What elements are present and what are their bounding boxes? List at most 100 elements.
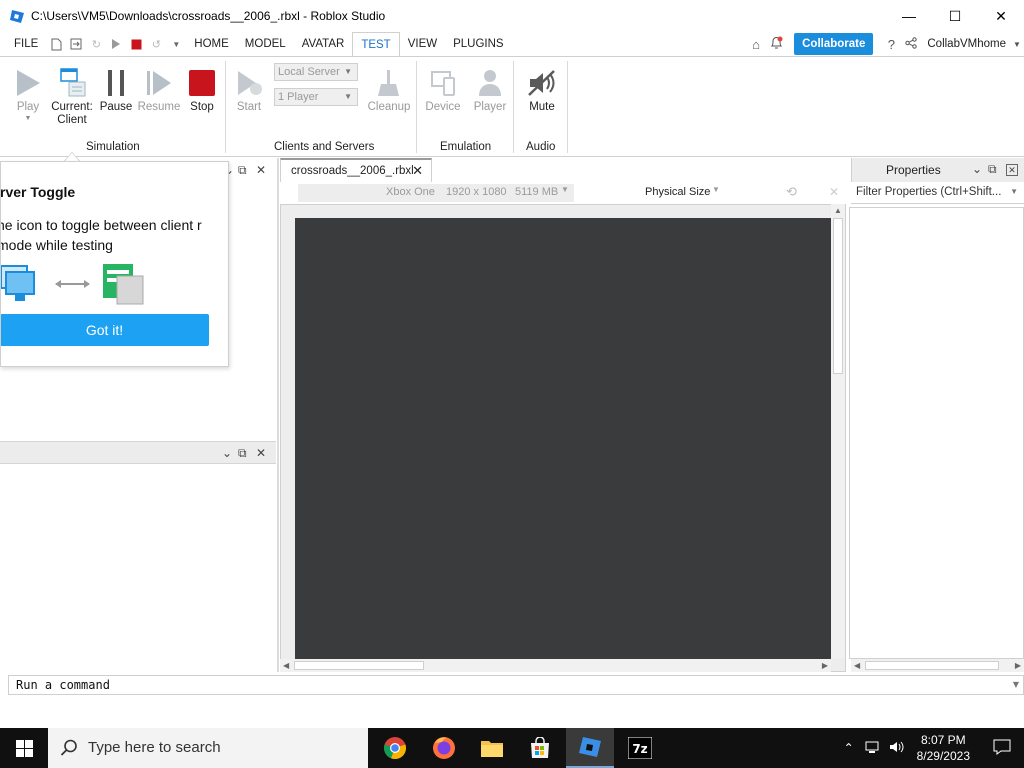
- device-chevron-icon[interactable]: ▼: [561, 185, 569, 194]
- file-explorer-app[interactable]: [468, 728, 516, 768]
- device-button[interactable]: Device: [420, 65, 466, 113]
- maximize-button[interactable]: ☐: [932, 0, 978, 32]
- tab-model[interactable]: MODEL: [237, 32, 294, 56]
- new-file-icon[interactable]: [46, 32, 66, 56]
- panel-float-icon[interactable]: ⧉: [988, 162, 997, 177]
- command-bar-input[interactable]: Run a command ▼: [8, 675, 1024, 695]
- viewport-vertical-scrollbar[interactable]: ▲: [831, 204, 845, 659]
- tab-view[interactable]: VIEW: [400, 32, 445, 56]
- tab-avatar[interactable]: AVATAR: [294, 32, 353, 56]
- scroll-up-icon[interactable]: ▲: [834, 206, 842, 215]
- notification-bell-icon[interactable]: [766, 36, 786, 53]
- player-avatar-icon: [479, 70, 501, 96]
- panel-close-icon[interactable]: ✕: [256, 163, 266, 177]
- store-bag-icon: [531, 737, 549, 758]
- title-bar: C:\Users\VM5\Downloads\crossroads__2006_…: [0, 0, 1024, 32]
- chrome-app[interactable]: [371, 728, 419, 768]
- properties-filter-placeholder: Filter Properties (Ctrl+Shift...: [856, 186, 1002, 198]
- players-select[interactable]: 1 Player ▼: [274, 88, 358, 106]
- scroll-thumb[interactable]: [865, 661, 999, 670]
- play-icon: [17, 70, 40, 96]
- size-mode-chevron-icon[interactable]: ▼: [712, 185, 720, 194]
- clock-time: 8:07 PM: [920, 733, 966, 747]
- windows-taskbar: Type here to search 7z ⌃ 8:07 PM 8/29/20…: [0, 728, 1024, 768]
- roblox-studio-taskbar-icon: [579, 737, 601, 757]
- cleanup-button[interactable]: Cleanup: [366, 65, 412, 113]
- file-menu[interactable]: FILE: [6, 32, 46, 56]
- rotate-icon[interactable]: ⟲: [786, 184, 797, 200]
- player-button[interactable]: Player: [467, 65, 513, 113]
- scroll-right-icon[interactable]: ▶: [1015, 661, 1021, 670]
- share-icon[interactable]: [901, 36, 921, 52]
- window-title: C:\Users\VM5\Downloads\crossroads__2006_…: [31, 9, 386, 23]
- client-server-toggle-icon: [60, 68, 86, 97]
- notifications-icon[interactable]: [980, 739, 1024, 758]
- resume-button[interactable]: Resume: [135, 65, 183, 113]
- properties-horizontal-scrollbar[interactable]: ◀ ▶: [851, 659, 1024, 672]
- mute-button[interactable]: Mute: [519, 65, 565, 113]
- publish-icon[interactable]: [66, 32, 86, 56]
- document-tab[interactable]: crossroads__2006_.rbxl ✕: [280, 158, 432, 182]
- firefox-app[interactable]: [420, 728, 468, 768]
- ribbon-separator: [567, 61, 568, 153]
- got-it-button[interactable]: Got it!: [1, 314, 209, 346]
- server-select[interactable]: Local Server ▼: [274, 63, 358, 81]
- pause-button[interactable]: Pause: [93, 65, 139, 113]
- panel-float-icon[interactable]: ⧉: [238, 163, 247, 178]
- properties-filter-input[interactable]: Filter Properties (Ctrl+Shift... ▼: [851, 182, 1024, 204]
- game-viewport[interactable]: [295, 218, 831, 659]
- document-tab-close-icon[interactable]: ✕: [412, 160, 423, 182]
- taskbar-clock[interactable]: 8:07 PM 8/29/2023: [917, 732, 970, 764]
- scroll-thumb[interactable]: [833, 218, 843, 374]
- tray-overflow-icon[interactable]: ⌃: [837, 741, 861, 755]
- panel-close-icon[interactable]: ✕: [256, 446, 266, 460]
- home-icon[interactable]: ⌂: [746, 37, 766, 52]
- panel-dropdown-icon[interactable]: ⌄: [222, 446, 232, 460]
- scroll-right-icon[interactable]: ▶: [822, 661, 828, 670]
- play-dropdown-icon[interactable]: ▼: [5, 115, 51, 122]
- 7zip-app[interactable]: 7z: [616, 728, 664, 768]
- play-button[interactable]: Play ▼: [5, 65, 51, 122]
- user-chevron-icon[interactable]: ▼: [1010, 40, 1024, 49]
- redo-icon: ↻: [91, 38, 101, 51]
- network-icon[interactable]: [861, 740, 885, 757]
- collaborate-button[interactable]: Collaborate: [794, 33, 874, 55]
- start-button[interactable]: Start: [226, 65, 272, 113]
- minimize-button[interactable]: —: [886, 0, 932, 32]
- stop-button[interactable]: Stop: [179, 65, 225, 113]
- chrome-icon: [384, 737, 406, 760]
- start-button[interactable]: [0, 728, 48, 768]
- stop-small-icon[interactable]: [126, 32, 146, 56]
- clock-date: 8/29/2023: [916, 749, 970, 763]
- tab-plugins[interactable]: PLUGINS: [445, 32, 512, 56]
- tab-home[interactable]: HOME: [186, 32, 237, 56]
- user-name[interactable]: CollabVMhome: [927, 38, 1006, 50]
- panel-float-icon[interactable]: ⧉: [238, 446, 247, 461]
- scroll-left-icon[interactable]: ◀: [854, 661, 860, 670]
- emulation-close-icon[interactable]: ✕: [829, 185, 839, 199]
- viewport-horizontal-scrollbar[interactable]: ◀ ▶: [280, 659, 831, 672]
- quick-access-chevron-icon[interactable]: ▼: [166, 32, 186, 56]
- size-mode[interactable]: Physical Size: [645, 186, 710, 198]
- tab-test[interactable]: TEST: [352, 31, 400, 57]
- volume-icon[interactable]: [885, 740, 909, 757]
- help-icon[interactable]: ?: [881, 37, 901, 52]
- microsoft-store-app[interactable]: [516, 728, 564, 768]
- filter-chevron-icon[interactable]: ▼: [1010, 182, 1018, 202]
- scroll-thumb[interactable]: [294, 661, 424, 670]
- taskbar-search-box[interactable]: Type here to search: [48, 728, 368, 768]
- players-select-value: 1 Player: [278, 91, 319, 103]
- current-label-line1: Current:: [51, 101, 93, 113]
- play-small-icon[interactable]: [106, 32, 126, 56]
- close-button[interactable]: ✕: [978, 0, 1024, 32]
- panel-close-icon[interactable]: ✕: [1006, 164, 1018, 176]
- scroll-left-icon[interactable]: ◀: [283, 661, 289, 670]
- start-label: Start: [236, 101, 262, 113]
- command-chevron-icon[interactable]: ▼: [1013, 676, 1019, 694]
- current-client-button[interactable]: Current: Client: [48, 65, 96, 126]
- panel-divider[interactable]: [277, 158, 279, 672]
- menu-bar: FILE ↻ ↺ ▼ HOME MODEL AVATAR TEST VIEW P…: [0, 31, 1024, 57]
- roblox-studio-app[interactable]: [566, 728, 614, 768]
- client-server-illustration-icon: [1, 264, 144, 305]
- panel-dropdown-icon[interactable]: ⌄: [972, 162, 982, 176]
